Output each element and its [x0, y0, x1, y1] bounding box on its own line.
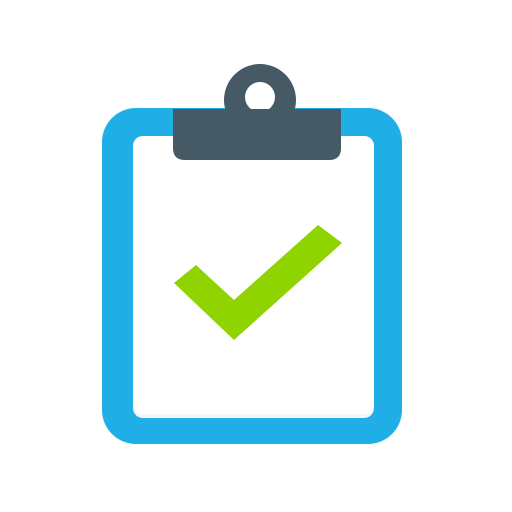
clip-ring-hole: [245, 82, 275, 112]
clip-bar: [173, 109, 341, 160]
clipboard-check-icon: [102, 64, 402, 444]
app-icon-canvas: [0, 0, 512, 512]
clipboard-clip: [173, 64, 341, 160]
clipboard-paper-inner: [133, 136, 374, 414]
